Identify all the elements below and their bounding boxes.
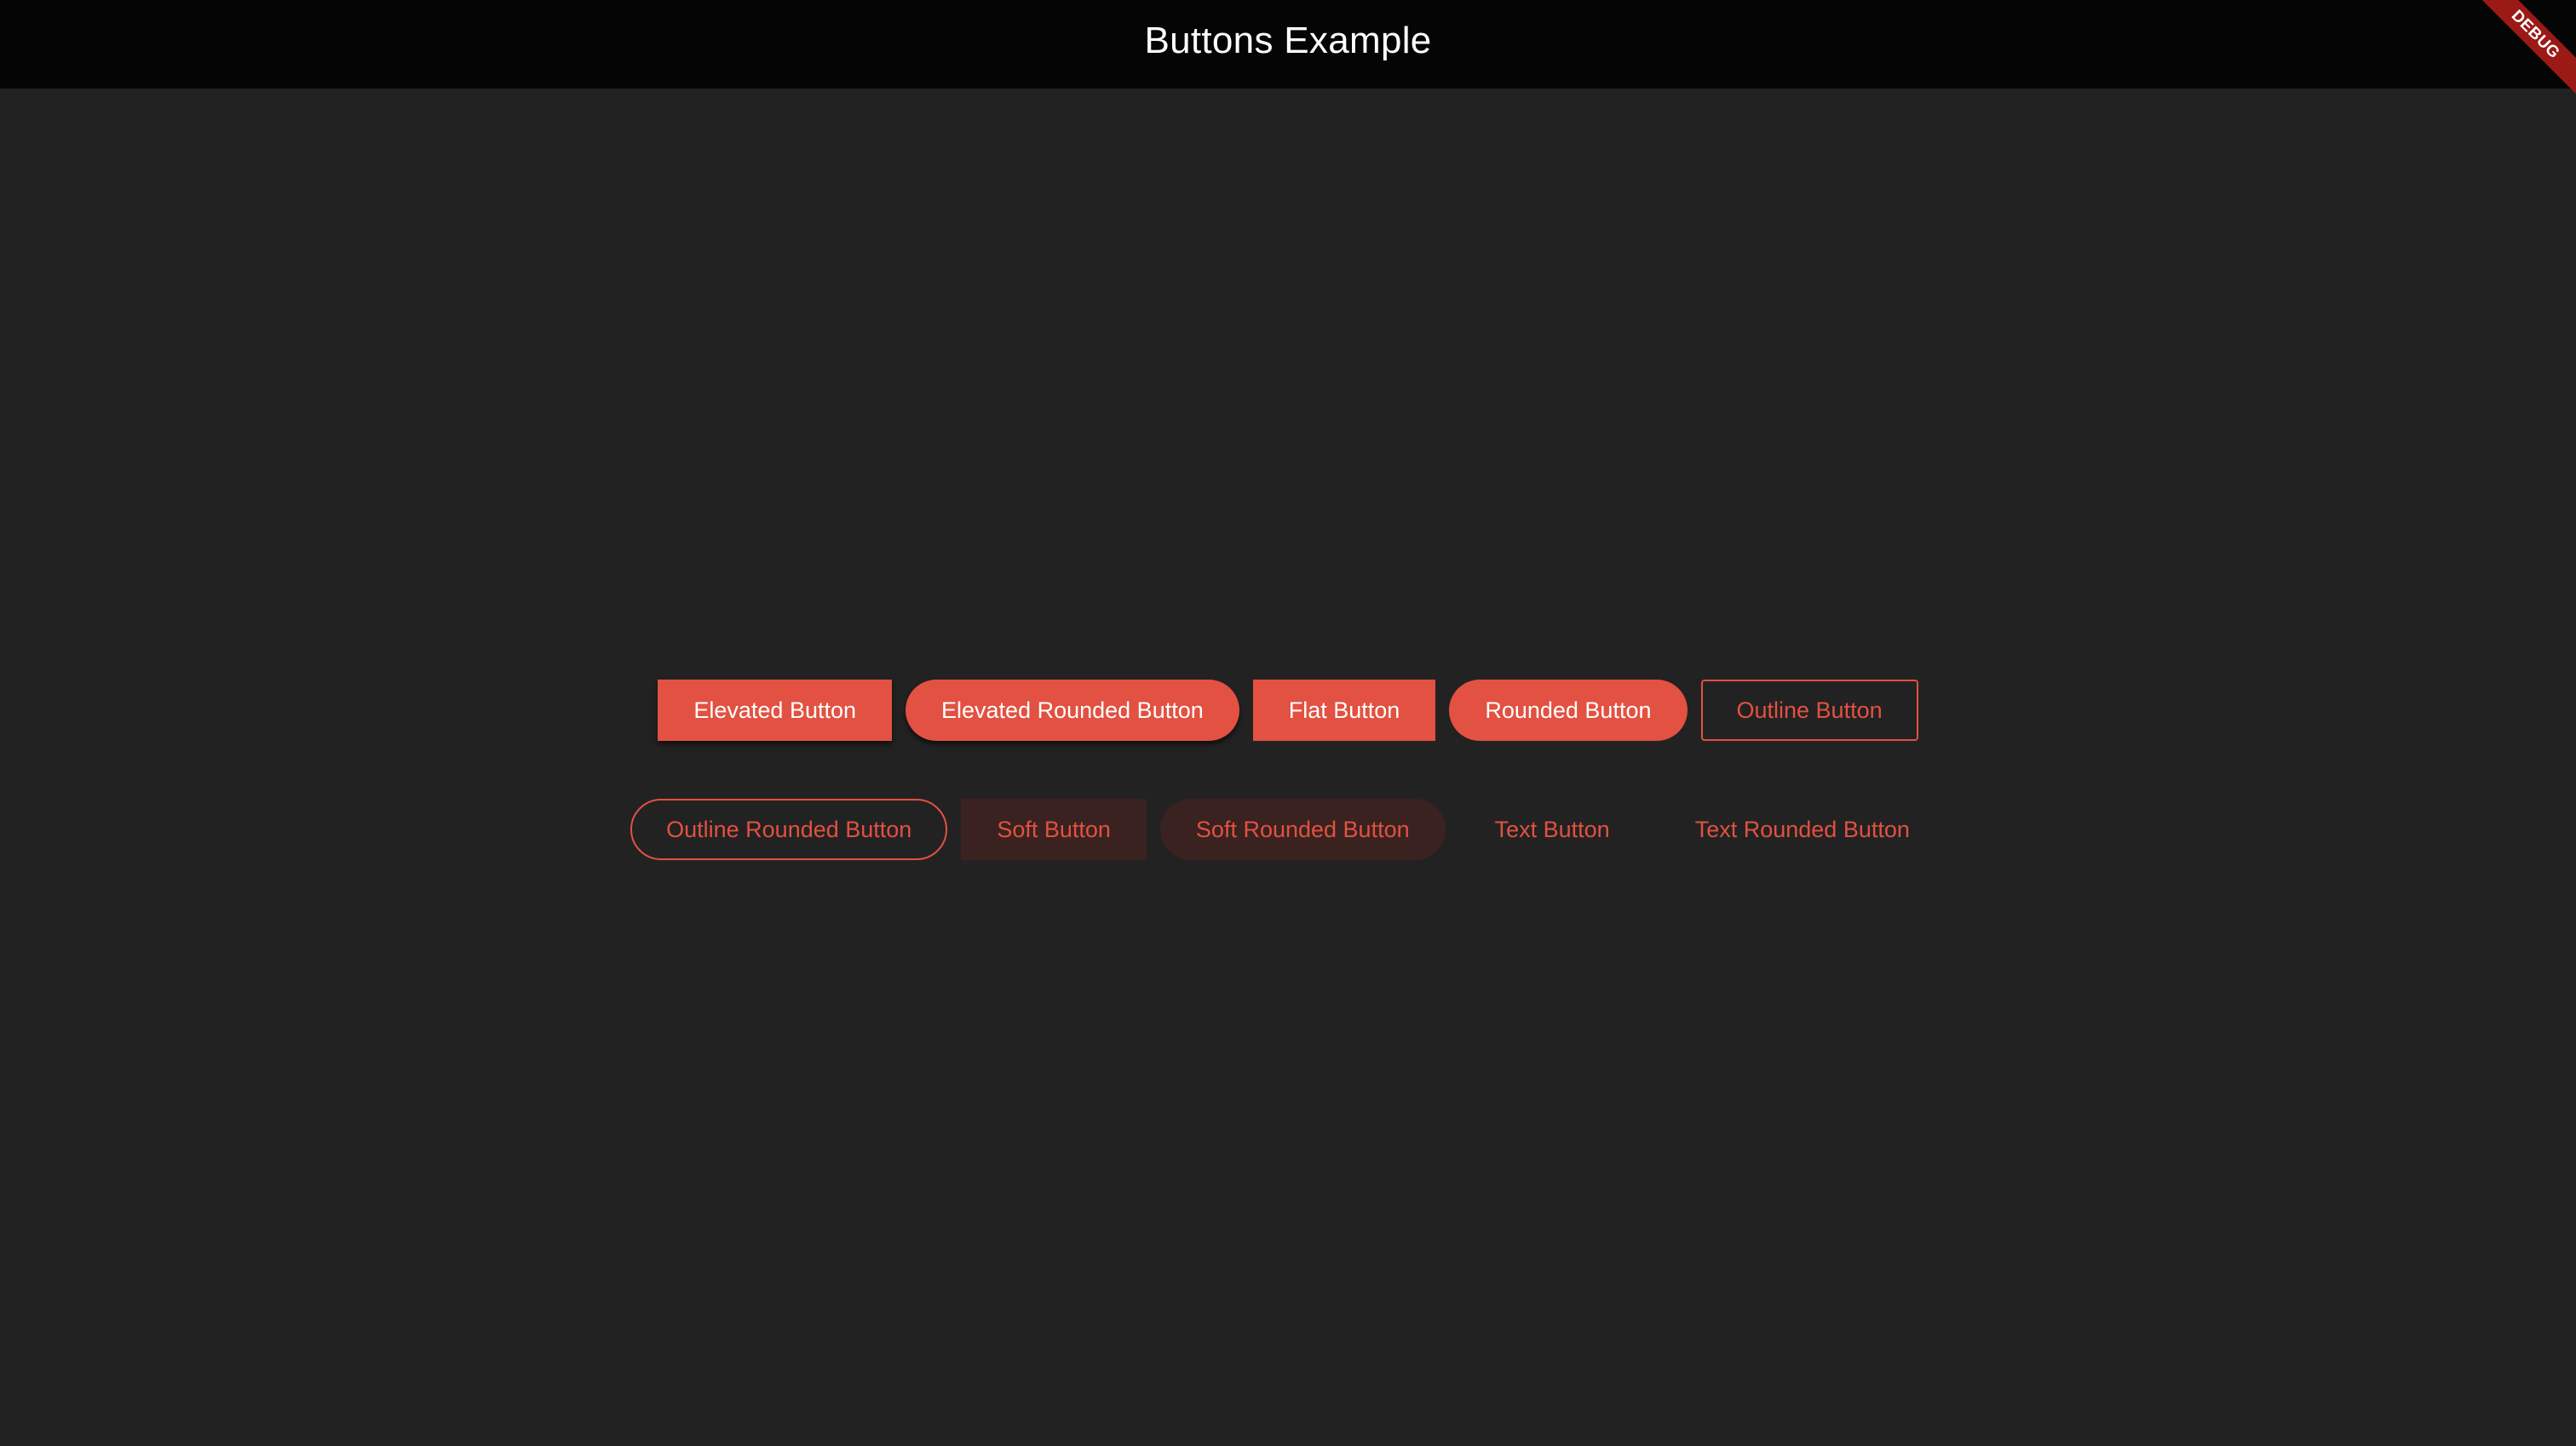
elevated-rounded-button[interactable]: Elevated Rounded Button	[906, 680, 1239, 741]
button-row-1: Elevated Button Elevated Rounded Button …	[0, 680, 2576, 741]
button-row-2: Outline Rounded Button Soft Button Soft …	[0, 799, 2576, 860]
text-rounded-button[interactable]: Text Rounded Button	[1659, 799, 1946, 860]
rounded-button[interactable]: Rounded Button	[1449, 680, 1688, 741]
text-button[interactable]: Text Button	[1459, 799, 1646, 860]
soft-button[interactable]: Soft Button	[961, 799, 1147, 860]
main-content: Elevated Button Elevated Rounded Button …	[0, 89, 2576, 1446]
app-bar: Buttons Example	[0, 0, 2576, 89]
outline-button[interactable]: Outline Button	[1700, 680, 1918, 741]
soft-rounded-button[interactable]: Soft Rounded Button	[1159, 799, 1446, 860]
page-title: Buttons Example	[1144, 20, 1432, 61]
flat-button[interactable]: Flat Button	[1252, 680, 1436, 741]
outline-rounded-button[interactable]: Outline Rounded Button	[630, 799, 948, 860]
elevated-button[interactable]: Elevated Button	[658, 680, 893, 741]
